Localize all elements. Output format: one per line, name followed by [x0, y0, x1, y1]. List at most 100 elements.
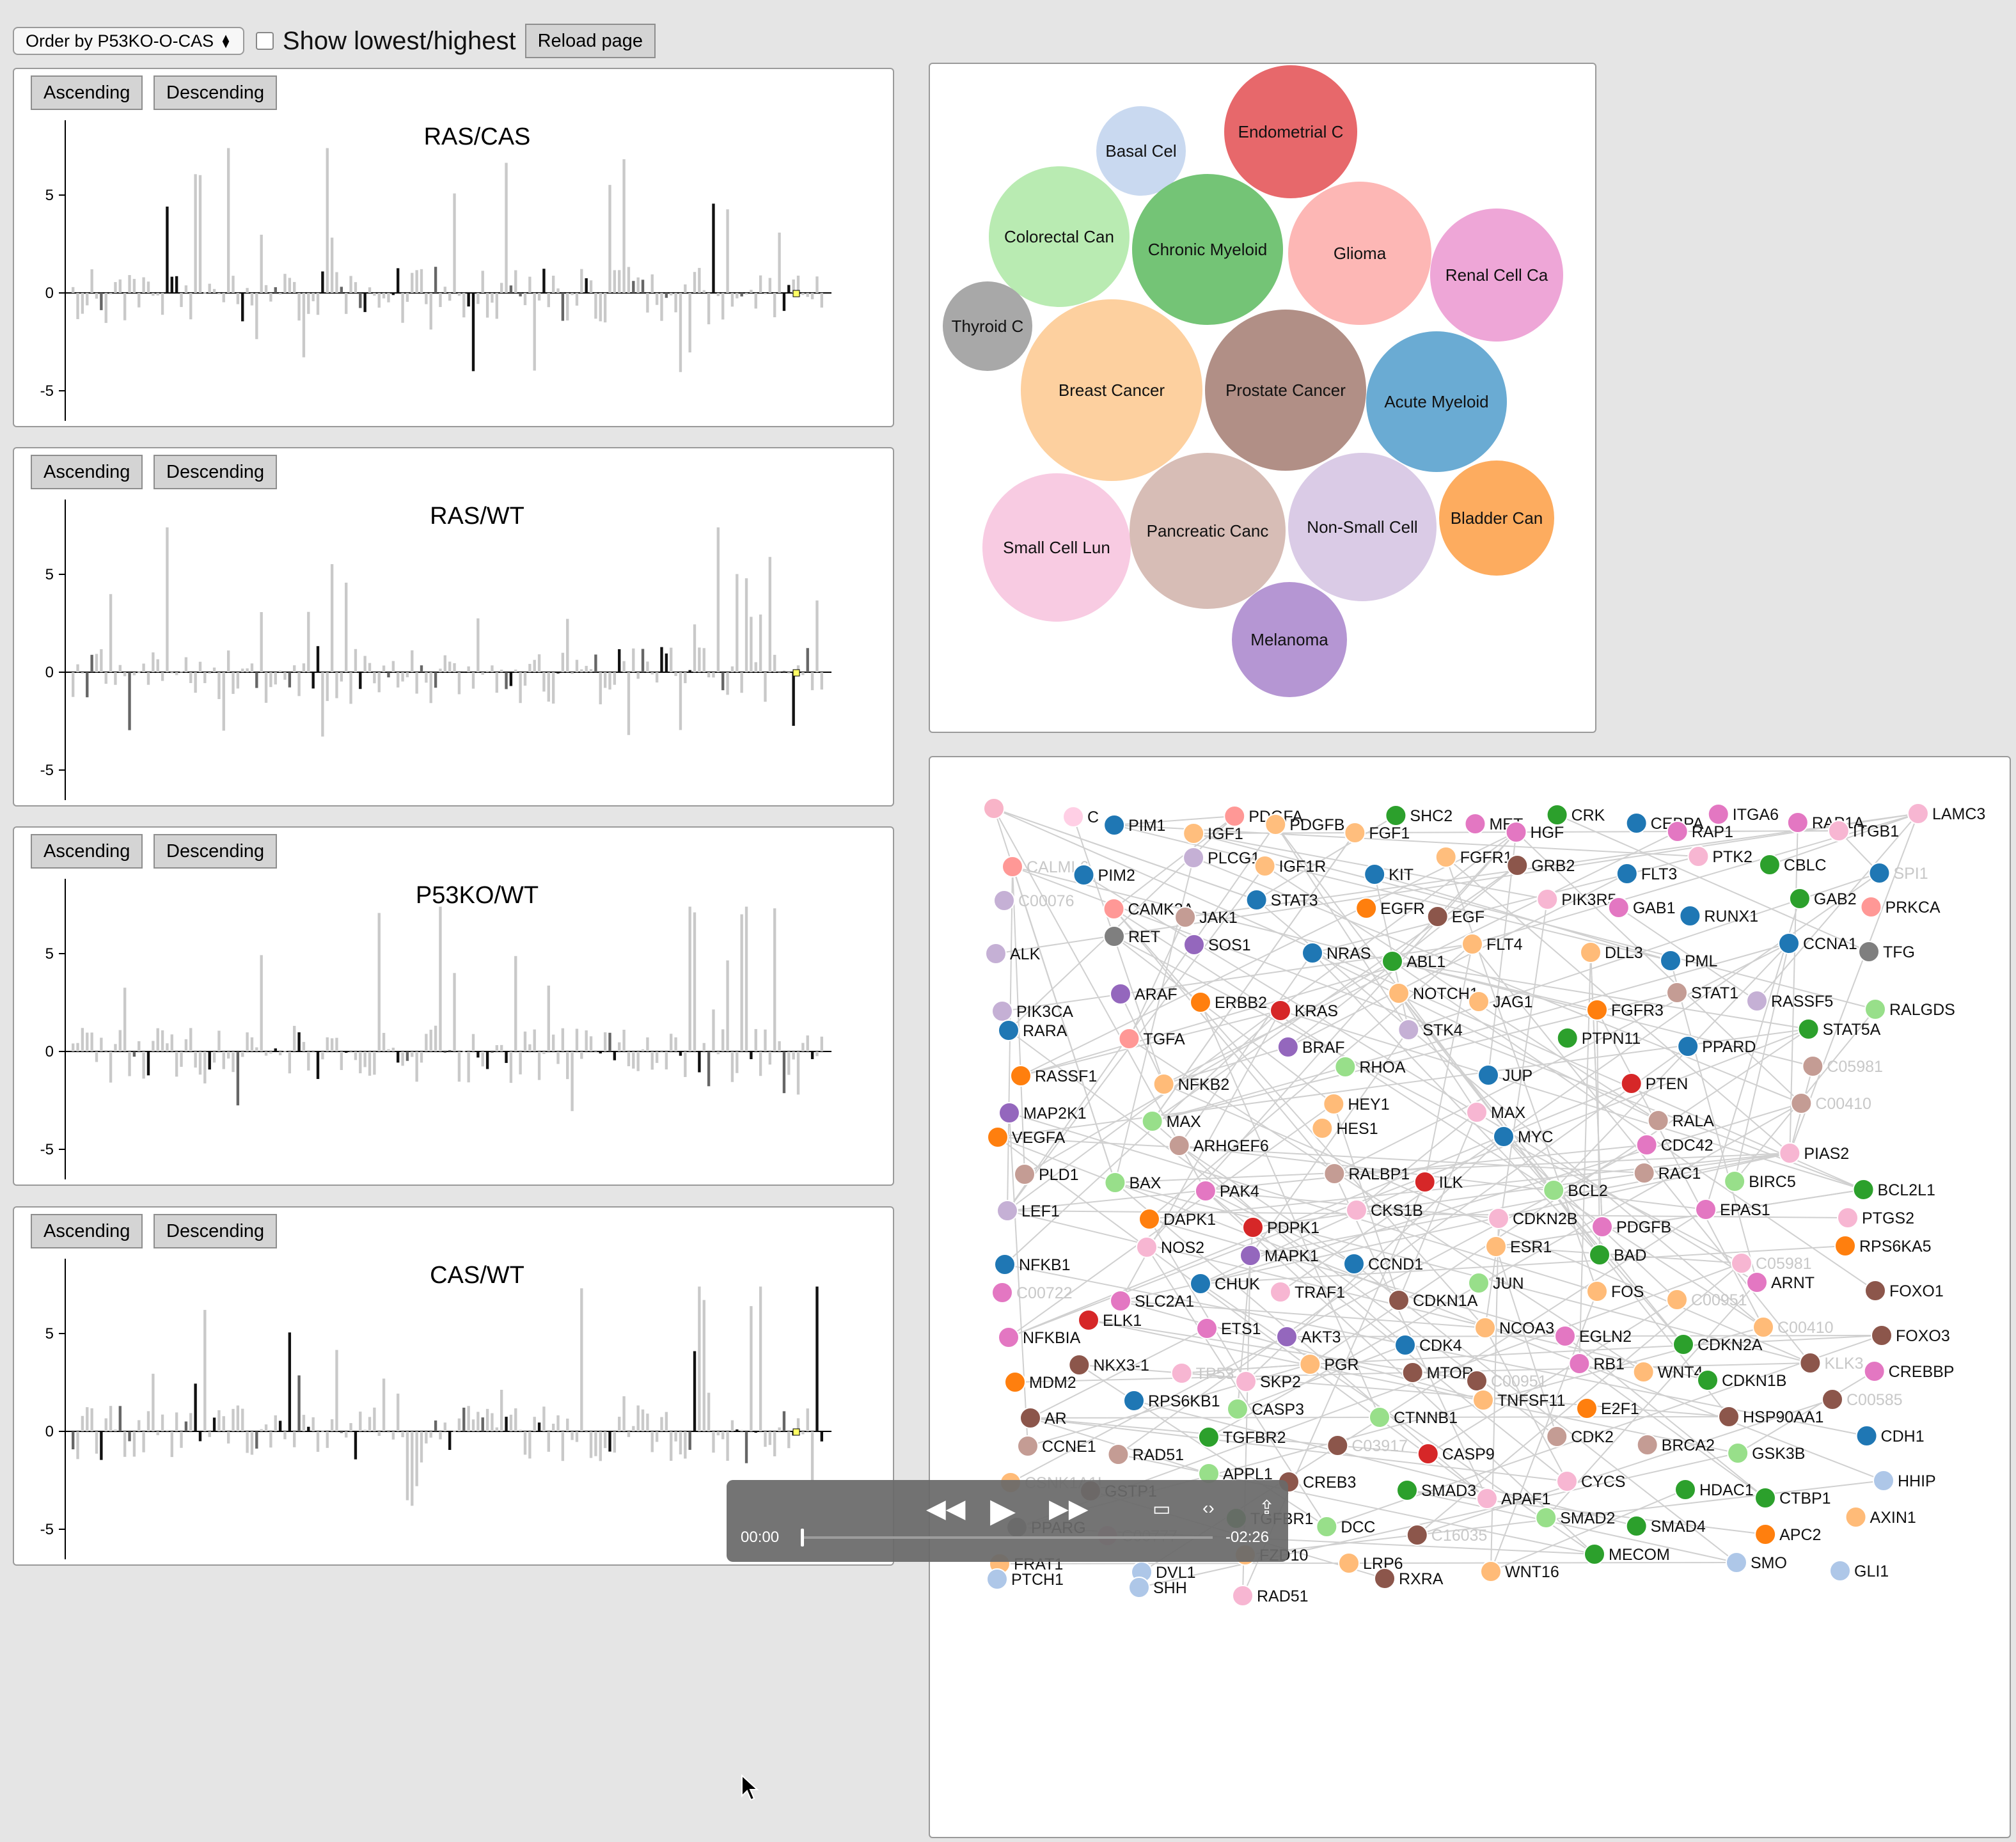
- node-hsp90aa1[interactable]: HSP90AA1: [1718, 1406, 1823, 1428]
- node-rad51[interactable]: RAD51: [1232, 1585, 1309, 1607]
- node-rps6ka5[interactable]: RPS6KA5: [1834, 1235, 1932, 1257]
- fast-forward-icon[interactable]: ▶▶: [1049, 1494, 1089, 1523]
- node-epas1[interactable]: EPAS1: [1695, 1199, 1770, 1220]
- node-rara[interactable]: RARA: [998, 1019, 1067, 1041]
- node-pml[interactable]: PML: [1660, 950, 1718, 972]
- node-ptch1[interactable]: PTCH1: [986, 1568, 1064, 1590]
- node-shc2[interactable]: SHC2: [1385, 805, 1453, 826]
- node-ppard[interactable]: PPARD: [1677, 1035, 1756, 1057]
- node-c05981[interactable]: C05981: [1731, 1252, 1812, 1274]
- node-e2f1[interactable]: E2F1: [1576, 1397, 1639, 1419]
- bubble-small-cell-lun[interactable]: Small Cell Lun: [982, 473, 1131, 622]
- node-nras[interactable]: NRAS: [1302, 942, 1371, 964]
- node-egf[interactable]: EGF: [1426, 906, 1484, 927]
- ascending-button[interactable]: Ascending: [31, 75, 143, 110]
- node-dll3[interactable]: DLL3: [1580, 941, 1643, 963]
- node-elk1[interactable]: ELK1: [1078, 1309, 1142, 1331]
- node-smad3[interactable]: SMAD3: [1396, 1479, 1476, 1501]
- node-crebbp[interactable]: CREBBP: [1863, 1360, 1955, 1382]
- node-pld1[interactable]: PLD1: [1014, 1163, 1079, 1185]
- node-creb3[interactable]: CREB3: [1278, 1471, 1356, 1493]
- node-apc2[interactable]: APC2: [1754, 1523, 1821, 1545]
- node-fgfr1[interactable]: FGFR1: [1435, 846, 1513, 868]
- node-cks1b[interactable]: CKS1B: [1346, 1199, 1423, 1221]
- node-cdh1[interactable]: CDH1: [1855, 1425, 1925, 1447]
- show-lowest-highest-checkbox[interactable]: [255, 32, 274, 50]
- bubble-renal-cell-ca[interactable]: Renal Cell Ca: [1430, 209, 1563, 342]
- node-max[interactable]: MAX: [1141, 1110, 1202, 1132]
- node-nos2[interactable]: NOS2: [1136, 1236, 1204, 1258]
- node-ccnd1[interactable]: CCND1: [1343, 1253, 1423, 1275]
- node-alk[interactable]: ALK: [985, 943, 1041, 964]
- bubble-glioma[interactable]: Glioma: [1288, 182, 1431, 325]
- reload-page-button[interactable]: Reload page: [524, 24, 656, 58]
- node-smad2[interactable]: SMAD2: [1535, 1507, 1615, 1529]
- node-gab1[interactable]: GAB1: [1607, 897, 1676, 918]
- node-pias2[interactable]: PIAS2: [1779, 1142, 1849, 1164]
- node-c00951[interactable]: C00951: [1466, 1370, 1547, 1392]
- node-gli1[interactable]: GLI1: [1829, 1560, 1889, 1582]
- node-c16035[interactable]: C16035: [1406, 1524, 1488, 1546]
- node-cdkn1b[interactable]: CDKN1B: [1697, 1369, 1786, 1391]
- node-igf1r[interactable]: IGF1R: [1254, 855, 1327, 877]
- order-select[interactable]: Order by P53KO-O-CAS ▲ ▼: [13, 27, 244, 55]
- node-dapk1[interactable]: DAPK1: [1138, 1208, 1216, 1230]
- node-max[interactable]: MAX: [1466, 1101, 1526, 1123]
- bubble-colorectal-can[interactable]: Colorectal Can: [989, 166, 1130, 307]
- bubble-basal-cel[interactable]: Basal Cel: [1096, 106, 1186, 196]
- play-icon[interactable]: ▶: [990, 1492, 1016, 1530]
- node-braf[interactable]: BRAF: [1277, 1036, 1345, 1058]
- node-pdgfb[interactable]: PDGFB: [1591, 1216, 1671, 1238]
- node-wnt4[interactable]: WNT4: [1632, 1361, 1703, 1383]
- node-bax[interactable]: BAX: [1104, 1172, 1162, 1193]
- node-birc5[interactable]: BIRC5: [1724, 1170, 1796, 1192]
- node-rac1[interactable]: RAC1: [1633, 1162, 1701, 1184]
- node-bcl2l1[interactable]: BCL2L1: [1852, 1179, 1935, 1200]
- node-tgfa[interactable]: TGFA: [1118, 1028, 1185, 1050]
- node-wnt16[interactable]: WNT16: [1480, 1561, 1559, 1582]
- node-rxra[interactable]: RXRA: [1374, 1568, 1444, 1589]
- node-rb1[interactable]: RB1: [1568, 1353, 1625, 1374]
- node-kit[interactable]: KIT: [1364, 863, 1414, 885]
- node-mdm2[interactable]: MDM2: [1004, 1371, 1076, 1393]
- node-mecom[interactable]: MECOM: [1584, 1543, 1670, 1565]
- node-pak4[interactable]: PAK4: [1194, 1180, 1259, 1202]
- node-casp3[interactable]: CASP3: [1227, 1398, 1304, 1420]
- node-rassf1[interactable]: RASSF1: [1010, 1065, 1097, 1087]
- node-notch1[interactable]: NOTCH1: [1388, 982, 1479, 1004]
- node-pik3r5[interactable]: PIK3R5: [1536, 888, 1616, 910]
- node-nfkbia[interactable]: NFKBIA: [998, 1326, 1081, 1348]
- node-fgfr3[interactable]: FGFR3: [1586, 999, 1664, 1021]
- node-cdc42[interactable]: CDC42: [1635, 1134, 1713, 1156]
- node-itgb1[interactable]: ITGB1: [1827, 820, 1899, 842]
- node-c05981[interactable]: C05981: [1802, 1055, 1883, 1077]
- descending-button[interactable]: Descending: [154, 455, 278, 489]
- node-hdac1[interactable]: HDAC1: [1674, 1479, 1754, 1500]
- node-pim2[interactable]: PIM2: [1073, 864, 1135, 886]
- node-brca2[interactable]: BRCA2: [1636, 1434, 1715, 1456]
- node-ccna1[interactable]: CCNA1: [1778, 933, 1857, 954]
- node-rala[interactable]: RALA: [1647, 1110, 1715, 1131]
- node-fgf1[interactable]: FGF1: [1344, 822, 1410, 844]
- node-cdkn1a[interactable]: CDKN1A: [1388, 1289, 1478, 1311]
- pip-icon[interactable]: ‹›: [1202, 1498, 1215, 1518]
- node-tnfsf11[interactable]: TNFSF11: [1472, 1389, 1566, 1411]
- bubble-endometrial-c[interactable]: Endometrial C: [1224, 65, 1357, 198]
- node-tp53[interactable]: TP53: [1170, 1362, 1234, 1384]
- node-jup[interactable]: JUP: [1477, 1064, 1532, 1086]
- node-smad4[interactable]: SMAD4: [1625, 1515, 1706, 1537]
- rewind-icon[interactable]: ◀◀: [926, 1494, 966, 1523]
- node-cdk4[interactable]: CDK4: [1394, 1334, 1462, 1356]
- node-rassf5[interactable]: RASSF5: [1746, 990, 1833, 1012]
- node-egfr[interactable]: EGFR: [1355, 897, 1425, 919]
- node-lef1[interactable]: LEF1: [996, 1200, 1060, 1222]
- node-akt3[interactable]: AKT3: [1276, 1326, 1341, 1348]
- node-foxo1[interactable]: FOXO1: [1864, 1280, 1944, 1302]
- node-cycs[interactable]: CYCS: [1556, 1470, 1625, 1492]
- node-cdkn2b[interactable]: CDKN2B: [1488, 1208, 1577, 1229]
- node-mapk1[interactable]: MAPK1: [1240, 1245, 1319, 1266]
- descending-button[interactable]: Descending: [154, 75, 278, 110]
- node-ralbp1[interactable]: RALBP1: [1323, 1163, 1410, 1185]
- node-rad51[interactable]: RAD51: [1107, 1444, 1184, 1465]
- node-grb2[interactable]: GRB2: [1506, 854, 1575, 876]
